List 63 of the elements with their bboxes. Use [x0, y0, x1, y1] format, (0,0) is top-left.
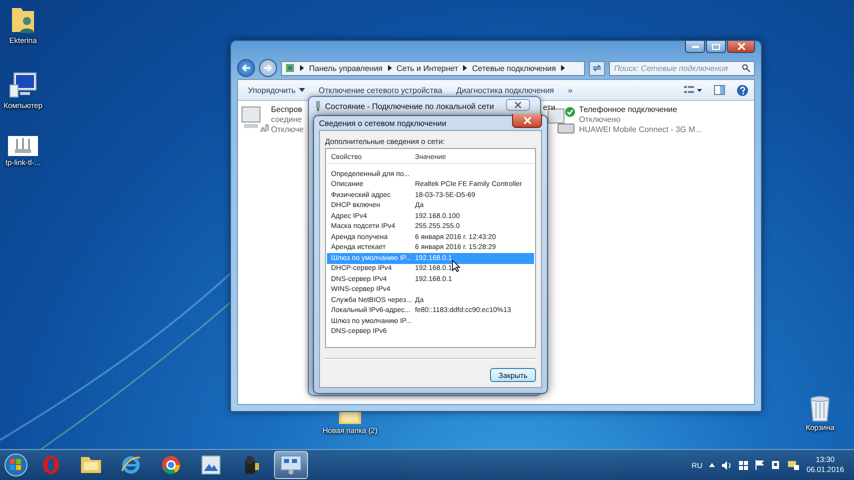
router-image-icon — [8, 136, 38, 156]
view-options-icon[interactable] — [684, 86, 702, 94]
connection-detail: Отключе — [271, 125, 304, 135]
network-window-icon — [280, 455, 302, 475]
details-list[interactable] — [325, 148, 536, 348]
connection-detail: Отключено — [579, 115, 622, 125]
search-icon — [742, 64, 750, 72]
toolbar-button[interactable]: Диагностика подключения — [452, 84, 558, 96]
opera-icon — [41, 455, 61, 475]
network-computer-icon — [240, 105, 270, 133]
device-icon[interactable] — [771, 460, 782, 470]
dialog-title: Сведения о сетевом подключении — [319, 118, 446, 128]
minimize-icon — [692, 46, 698, 48]
close-button[interactable] — [512, 114, 542, 128]
caret-icon — [298, 88, 305, 92]
computer-icon — [8, 71, 38, 99]
chevron-up-icon[interactable] — [709, 463, 716, 467]
windows-flag-icon[interactable] — [739, 460, 748, 470]
search-field[interactable]: Поиск: Сетевые подключения — [609, 60, 755, 76]
folder-icon — [80, 456, 102, 474]
chevron-right-icon — [560, 65, 565, 71]
address-bar[interactable]: Панель управления Сеть и Интернет Сетевые подключения — [281, 60, 585, 76]
close-icon — [524, 116, 530, 124]
connection-detail: соедине — [271, 115, 303, 125]
more-button[interactable]: » — [564, 84, 576, 96]
start-button[interactable] — [4, 453, 28, 477]
close-button[interactable] — [727, 41, 755, 53]
recycle-bin-icon — [809, 394, 831, 422]
mouse-pointer-icon — [452, 260, 460, 272]
connection-name: ети — [543, 103, 556, 112]
preview-pane-icon[interactable] — [714, 85, 725, 95]
flag-icon[interactable] — [755, 460, 764, 470]
refresh-button[interactable] — [589, 60, 605, 76]
toolbar-button[interactable]: Отключение сетевого устройства — [314, 84, 446, 96]
close-button[interactable] — [506, 99, 530, 111]
connection-detail: HUAWEI Mobile Connect - 3G M... — [579, 125, 702, 135]
breadcrumb[interactable]: Сетевые подключения — [472, 64, 556, 72]
chevron-right-icon — [463, 65, 468, 71]
forward-arrow-icon — [264, 64, 272, 72]
breadcrumb[interactable]: Панель управления — [309, 64, 382, 72]
refresh-icon — [592, 64, 602, 72]
taskbar-button[interactable] — [274, 451, 308, 479]
maximize-icon — [712, 44, 720, 50]
help-icon[interactable] — [737, 84, 748, 96]
browser-e-icon — [120, 455, 142, 475]
connection-name: Беспров — [271, 105, 304, 115]
close-icon — [738, 43, 744, 50]
forward-button[interactable] — [259, 59, 277, 77]
breadcrumb[interactable]: Сеть и Интернет — [396, 64, 458, 72]
chevron-right-icon — [388, 65, 392, 71]
mountain-icon — [201, 455, 221, 475]
network-cable-icon — [315, 101, 321, 111]
close-icon — [515, 102, 521, 108]
toolbar-button[interactable]: Упорядочить — [244, 84, 309, 96]
back-button[interactable] — [237, 59, 255, 77]
maximize-button[interactable] — [706, 41, 726, 53]
connection-name: Телефонное подключение — [579, 105, 678, 115]
chrome-icon — [161, 455, 181, 475]
window-title: Состояние - Подключение по локальной сети — [325, 102, 494, 110]
back-arrow-icon — [242, 64, 250, 72]
speaker-icon[interactable] — [722, 460, 732, 470]
minimize-button[interactable] — [685, 41, 705, 53]
chevron-right-icon — [300, 65, 304, 71]
